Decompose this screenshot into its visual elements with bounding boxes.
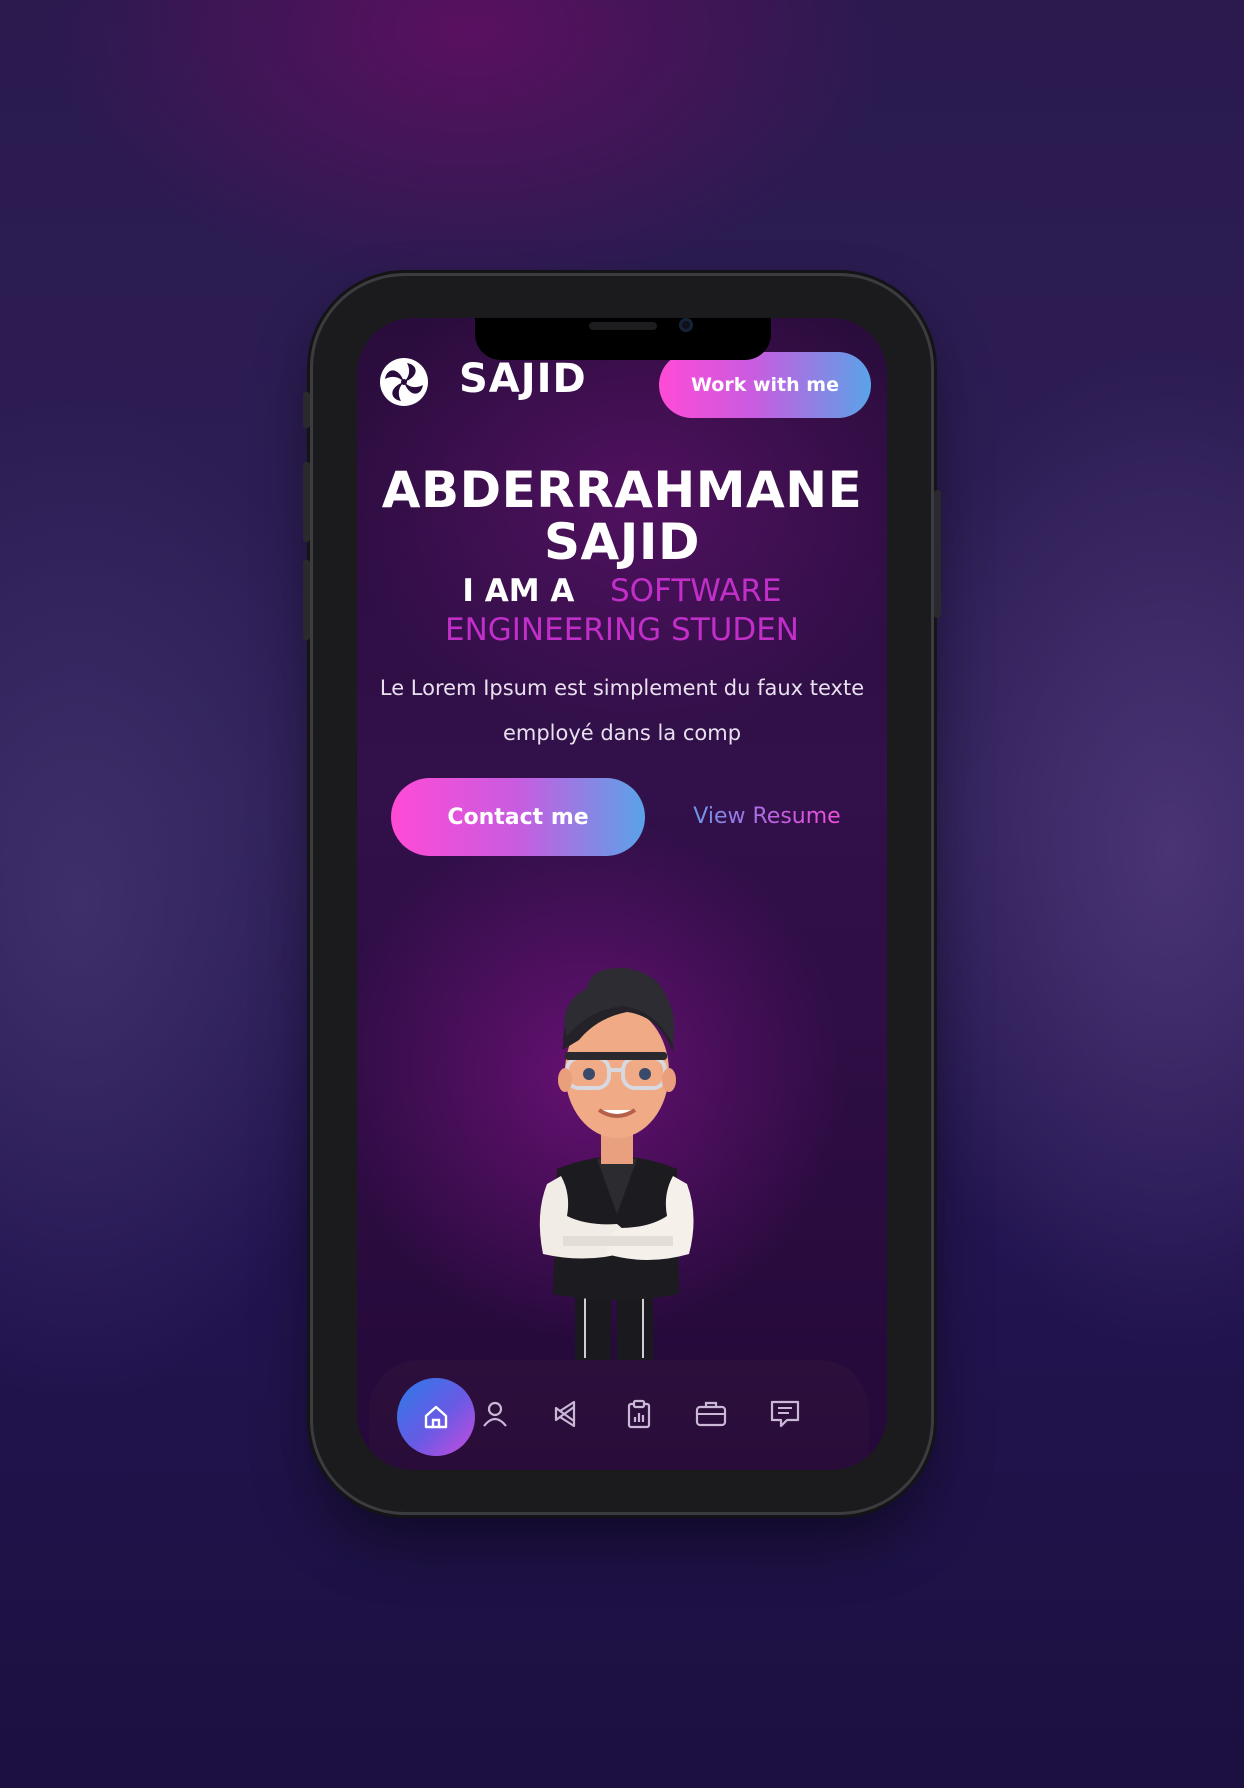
- view-resume-link[interactable]: View Resume: [677, 804, 857, 829]
- nav-resume-button[interactable]: [615, 1390, 663, 1438]
- nav-about-button[interactable]: [471, 1390, 519, 1438]
- phone-frame: SAJID Work with me ABDERRAHMANE SAJID I …: [303, 276, 941, 1512]
- avatar-illustration: [527, 954, 707, 1360]
- speaker: [589, 322, 657, 330]
- power-button: [934, 490, 941, 618]
- clipboard-chart-icon: [624, 1399, 654, 1429]
- brand-name[interactable]: SAJID: [459, 356, 587, 402]
- hero-role: I AM A SOFTWARE ENGINEERING STUDEN: [357, 572, 887, 650]
- code-icon: [552, 1399, 582, 1429]
- chat-icon: [769, 1399, 801, 1429]
- volume-down-button: [303, 560, 310, 640]
- mute-switch: [303, 392, 310, 428]
- briefcase-icon: [694, 1399, 728, 1429]
- nav-skills-button[interactable]: [543, 1390, 591, 1438]
- user-icon: [480, 1399, 510, 1429]
- hero-name: ABDERRAHMANE SAJID: [381, 461, 863, 571]
- role-prefix: I AM A: [462, 573, 575, 609]
- nav-home-button[interactable]: [397, 1378, 475, 1456]
- hero-description: Le Lorem Ipsum est simplement du faux te…: [379, 676, 865, 745]
- work-with-me-button[interactable]: Work with me: [659, 352, 871, 418]
- notch: [475, 318, 771, 360]
- volume-up-button: [303, 462, 310, 542]
- contact-me-button[interactable]: Contact me: [391, 778, 645, 856]
- front-camera: [679, 318, 693, 332]
- logo-icon[interactable]: [379, 357, 429, 407]
- home-icon: [422, 1403, 450, 1431]
- nav-portfolio-button[interactable]: [687, 1390, 735, 1438]
- nav-contact-button[interactable]: [761, 1390, 809, 1438]
- phone-screen: SAJID Work with me ABDERRAHMANE SAJID I …: [357, 318, 887, 1470]
